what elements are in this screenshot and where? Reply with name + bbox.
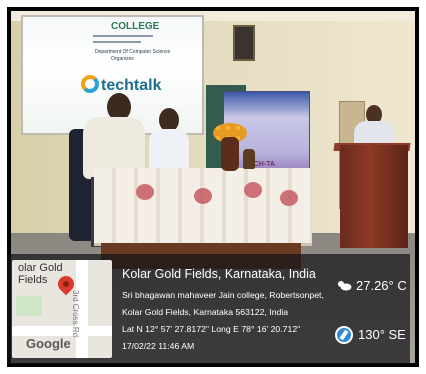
map-road [12,326,112,336]
coordinates: Lat N 12° 57' 27.8172" Long E 78° 16' 20… [122,324,301,334]
podium [340,145,408,248]
screen-subtitle: Organizes [111,56,134,62]
temperature: 27.26° C [356,278,407,293]
table-cloth-flower [136,184,154,200]
draped-table [94,168,312,246]
screen-title: COLLEGE [111,21,160,32]
map-town-label: olar Gold Fields [18,262,63,286]
screen-subtitle: Department Of Computer Science [95,49,171,55]
location-map: olar Gold Fields 3rd Cross Rd Google [12,260,112,358]
wall-portrait [233,25,255,61]
techtalk-logo-icon [81,75,99,93]
map-park [16,296,42,316]
partly-cloudy-icon [338,281,352,291]
map-road-label: 3rd Cross Rd [71,290,80,338]
flower-vase [221,137,239,171]
location-title: Kolar Gold Fields, Karnataka, India [122,267,316,281]
address-line: Kolar Gold Fields, Karnataka 563122, Ind… [122,307,289,317]
screen-text-line [93,35,153,37]
address-line: Sri bhagawan mahaveer Jain college, Robe… [122,290,324,300]
timestamp: 17/02/22 11:46 AM [122,341,195,351]
google-logo: Google [26,336,71,351]
lamp [243,149,255,169]
table-cloth-flower [280,190,298,206]
compass-icon [335,326,353,344]
screen-text-line [93,41,141,43]
screen-logo-text: techtalk [101,77,162,94]
heading: 130° SE [358,327,406,342]
table-cloth-flower [244,182,262,198]
guest-body [149,129,189,173]
table-cloth-flower [194,188,212,204]
